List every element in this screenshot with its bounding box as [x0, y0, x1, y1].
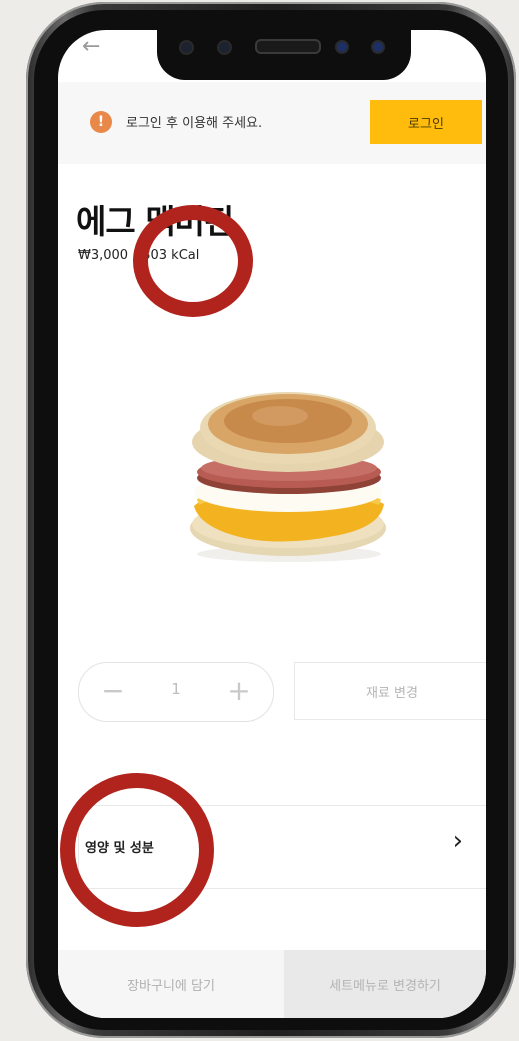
speaker-grille — [255, 39, 321, 54]
arrow-left-icon[interactable]: ← — [82, 36, 100, 58]
minus-icon[interactable]: − — [93, 671, 133, 711]
chevron-right-icon: › — [452, 826, 463, 856]
sensor-dot — [179, 40, 194, 55]
nutrition-info-row[interactable]: 영양 및 성분 › — [78, 805, 486, 889]
alert-circle-icon: ! — [90, 111, 112, 133]
plus-icon[interactable]: + — [219, 671, 259, 711]
login-message: 로그인 후 이용해 주세요. — [126, 116, 263, 131]
nutrition-label: 영양 및 성분 — [85, 841, 154, 856]
sensor-dot — [217, 40, 232, 55]
camera-icon — [335, 40, 349, 54]
app-screen: ← ! 로그인 후 이용해 주세요. 로그인 에그 맥머핀 ₩3,000 303… — [58, 30, 486, 1018]
login-banner: ! 로그인 후 이용해 주세요. 로그인 — [58, 82, 486, 164]
product-title: 에그 맥머핀 — [76, 202, 234, 241]
product-meta: ₩3,000 303 kCal — [78, 248, 199, 263]
quantity-value: 1 — [171, 680, 181, 698]
product-calories: 303 kCal — [142, 248, 200, 263]
quantity-stepper: − 1 + — [78, 662, 274, 722]
add-to-cart-button[interactable]: 장바구니에 담기 — [58, 950, 284, 1018]
login-button[interactable]: 로그인 — [370, 100, 482, 144]
product-price: ₩3,000 — [78, 248, 129, 263]
egg-mcmuffin-image — [190, 392, 386, 562]
phone-notch — [157, 30, 411, 80]
camera-icon — [371, 40, 385, 54]
bottom-action-bar: 장바구니에 담기 세트메뉴로 변경하기 — [58, 950, 486, 1018]
change-ingredients-button[interactable]: 재료 변경 — [294, 662, 486, 720]
change-to-set-button[interactable]: 세트메뉴로 변경하기 — [284, 950, 486, 1018]
